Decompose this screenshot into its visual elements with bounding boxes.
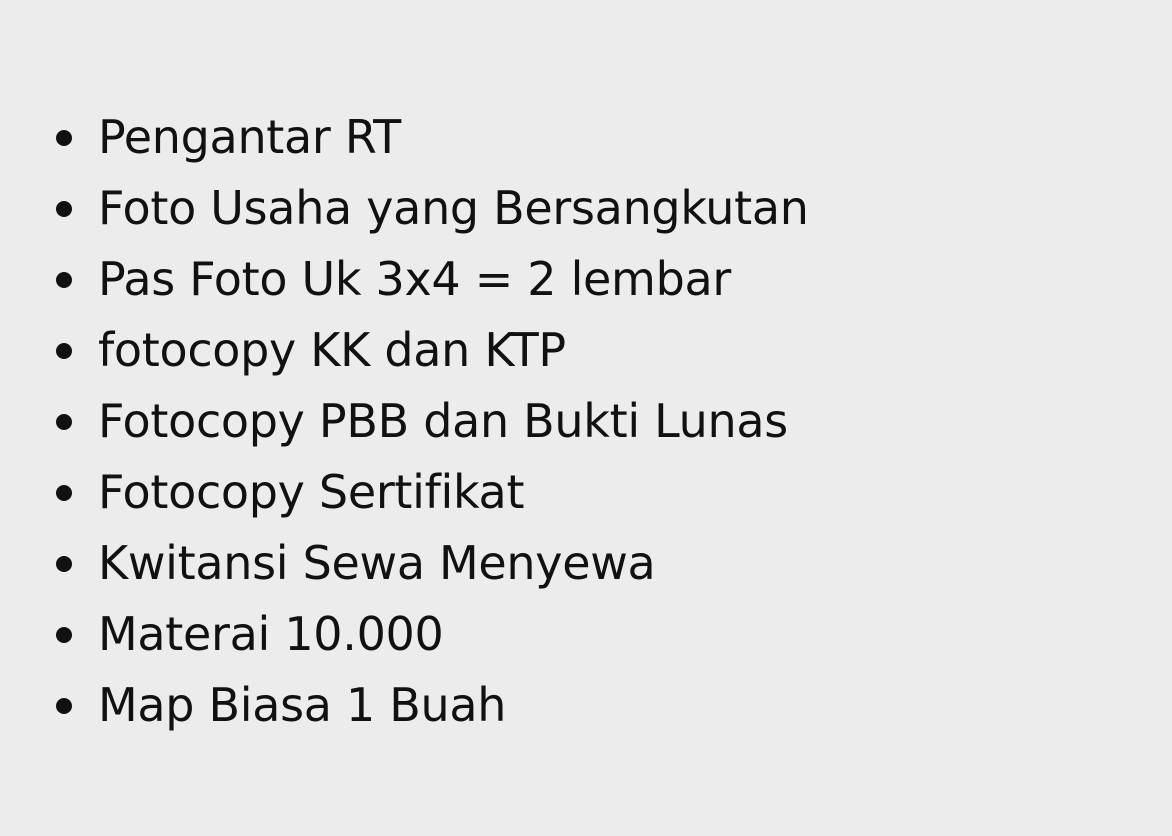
list-item-text: Materai 10.000 — [98, 607, 444, 661]
list-item: Pengantar RT — [54, 102, 809, 173]
list-item-text: Fotocopy Sertifikat — [98, 465, 525, 519]
list-item: fotocopy KK dan KTP — [54, 315, 809, 386]
requirements-list: Pengantar RT Foto Usaha yang Bersangkuta… — [54, 102, 809, 741]
bullet-icon — [56, 698, 72, 714]
list-item: Pas Foto Uk 3x4 = 2 lembar — [54, 244, 809, 315]
list-item-text: Pas Foto Uk 3x4 = 2 lembar — [98, 252, 731, 306]
document-page: Pengantar RT Foto Usaha yang Bersangkuta… — [0, 0, 1172, 836]
bullet-icon — [56, 272, 72, 288]
list-item-text: Kwitansi Sewa Menyewa — [98, 536, 656, 590]
list-item: Kwitansi Sewa Menyewa — [54, 528, 809, 599]
bullet-icon — [56, 414, 72, 430]
list-item: Fotocopy Sertifikat — [54, 457, 809, 528]
list-item: Foto Usaha yang Bersangkutan — [54, 173, 809, 244]
list-item-text: Map Biasa 1 Buah — [98, 678, 507, 732]
list-item-text: Foto Usaha yang Bersangkutan — [98, 181, 809, 235]
bullet-icon — [56, 130, 72, 146]
bullet-icon — [56, 627, 72, 643]
list-item: Fotocopy PBB dan Bukti Lunas — [54, 386, 809, 457]
bullet-icon — [56, 556, 72, 572]
list-item-text: Pengantar RT — [98, 110, 401, 164]
bullet-icon — [56, 343, 72, 359]
bullet-icon — [56, 201, 72, 217]
list-item: Map Biasa 1 Buah — [54, 670, 809, 741]
bullet-icon — [56, 485, 72, 501]
list-item: Materai 10.000 — [54, 599, 809, 670]
list-item-text: Fotocopy PBB dan Bukti Lunas — [98, 394, 788, 448]
list-item-text: fotocopy KK dan KTP — [98, 323, 566, 377]
